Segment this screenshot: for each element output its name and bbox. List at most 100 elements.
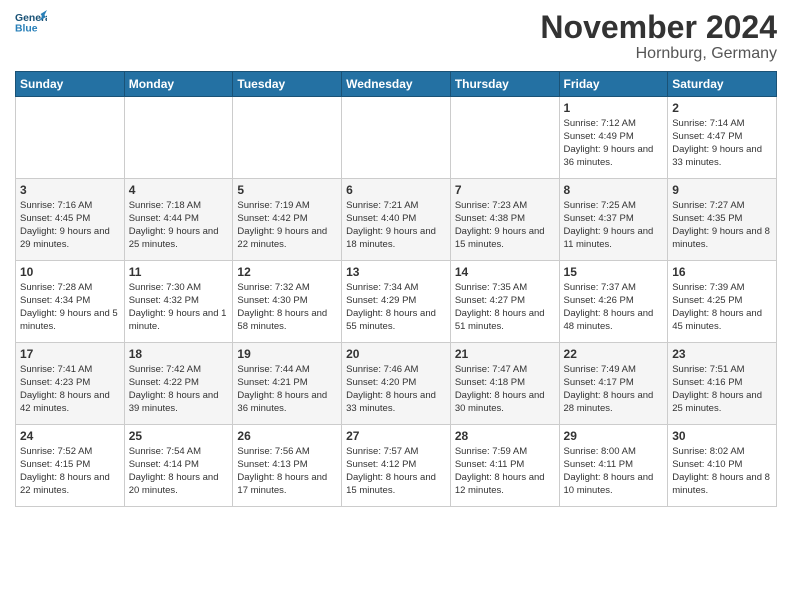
calendar-cell: 22 Sunrise: 7:49 AM Sunset: 4:17 PM Dayli… — [559, 343, 668, 425]
day-number: 17 — [20, 346, 120, 362]
calendar-cell: 24 Sunrise: 7:52 AM Sunset: 4:15 PM Dayli… — [16, 425, 125, 507]
day-number: 9 — [672, 182, 772, 198]
svg-text:Blue: Blue — [15, 24, 38, 35]
day-info: Sunrise: 7:19 AM Sunset: 4:42 PM Dayligh… — [237, 200, 337, 251]
day-info: Sunrise: 7:47 AM Sunset: 4:18 PM Dayligh… — [455, 364, 555, 415]
day-info: Sunrise: 7:42 AM Sunset: 4:22 PM Dayligh… — [129, 364, 229, 415]
day-number: 6 — [346, 182, 446, 198]
calendar-cell — [342, 97, 451, 179]
day-info: Sunrise: 7:27 AM Sunset: 4:35 PM Dayligh… — [672, 200, 772, 251]
day-info: Sunrise: 7:30 AM Sunset: 4:32 PM Dayligh… — [129, 282, 229, 333]
logo-icon: General Blue — [15, 10, 47, 38]
header: General Blue November 2024 Hornburg, Ger… — [15, 10, 777, 63]
day-info: Sunrise: 7:37 AM Sunset: 4:26 PM Dayligh… — [564, 282, 664, 333]
calendar-cell: 16 Sunrise: 7:39 AM Sunset: 4:25 PM Dayli… — [668, 261, 777, 343]
day-number: 20 — [346, 346, 446, 362]
day-number: 23 — [672, 346, 772, 362]
calendar-week-4: 17 Sunrise: 7:41 AM Sunset: 4:23 PM Dayli… — [16, 343, 777, 425]
day-number: 7 — [455, 182, 555, 198]
day-info: Sunrise: 7:16 AM Sunset: 4:45 PM Dayligh… — [20, 200, 120, 251]
page-container: General Blue November 2024 Hornburg, Ger… — [0, 0, 792, 512]
calendar-cell: 14 Sunrise: 7:35 AM Sunset: 4:27 PM Dayli… — [450, 261, 559, 343]
calendar-week-1: 1 Sunrise: 7:12 AM Sunset: 4:49 PM Daylig… — [16, 97, 777, 179]
day-number: 8 — [564, 182, 664, 198]
day-number: 30 — [672, 428, 772, 444]
day-number: 24 — [20, 428, 120, 444]
day-info: Sunrise: 8:00 AM Sunset: 4:11 PM Dayligh… — [564, 446, 664, 497]
calendar-cell: 20 Sunrise: 7:46 AM Sunset: 4:20 PM Dayli… — [342, 343, 451, 425]
calendar-week-2: 3 Sunrise: 7:16 AM Sunset: 4:45 PM Daylig… — [16, 179, 777, 261]
calendar-cell: 21Sunrise: 7:47 AM Sunset: 4:18 PM Dayli… — [450, 343, 559, 425]
day-info: Sunrise: 7:32 AM Sunset: 4:30 PM Dayligh… — [237, 282, 337, 333]
day-info: Sunrise: 7:12 AM Sunset: 4:49 PM Dayligh… — [564, 118, 664, 169]
calendar-cell: 7Sunrise: 7:23 AM Sunset: 4:38 PM Daylig… — [450, 179, 559, 261]
col-tuesday: Tuesday — [233, 72, 342, 97]
calendar-cell: 26 Sunrise: 7:56 AM Sunset: 4:13 PM Dayli… — [233, 425, 342, 507]
calendar-cell: 30Sunrise: 8:02 AM Sunset: 4:10 PM Dayli… — [668, 425, 777, 507]
day-info: Sunrise: 7:56 AM Sunset: 4:13 PM Dayligh… — [237, 446, 337, 497]
calendar-cell: 3 Sunrise: 7:16 AM Sunset: 4:45 PM Daylig… — [16, 179, 125, 261]
calendar-title: November 2024 — [540, 10, 777, 45]
day-number: 26 — [237, 428, 337, 444]
day-number: 13 — [346, 264, 446, 280]
calendar-cell — [233, 97, 342, 179]
day-info: Sunrise: 7:28 AM Sunset: 4:34 PM Dayligh… — [20, 282, 120, 333]
col-sunday: Sunday — [16, 72, 125, 97]
day-info: Sunrise: 7:14 AM Sunset: 4:47 PM Dayligh… — [672, 118, 772, 169]
day-info: Sunrise: 7:52 AM Sunset: 4:15 PM Dayligh… — [20, 446, 120, 497]
day-number: 12 — [237, 264, 337, 280]
calendar-table: Sunday Monday Tuesday Wednesday Thursday… — [15, 71, 777, 507]
logo: General Blue — [15, 10, 47, 38]
calendar-cell — [16, 97, 125, 179]
calendar-cell: 15Sunrise: 7:37 AM Sunset: 4:26 PM Dayli… — [559, 261, 668, 343]
day-info: Sunrise: 7:51 AM Sunset: 4:16 PM Dayligh… — [672, 364, 772, 415]
day-number: 3 — [20, 182, 120, 198]
day-info: Sunrise: 7:41 AM Sunset: 4:23 PM Dayligh… — [20, 364, 120, 415]
calendar-week-3: 10 Sunrise: 7:28 AM Sunset: 4:34 PM Dayli… — [16, 261, 777, 343]
calendar-cell: 13 Sunrise: 7:34 AM Sunset: 4:29 PM Dayli… — [342, 261, 451, 343]
col-friday: Friday — [559, 72, 668, 97]
day-info: Sunrise: 7:49 AM Sunset: 4:17 PM Dayligh… — [564, 364, 664, 415]
day-number: 29 — [564, 428, 664, 444]
calendar-cell: 11 Sunrise: 7:30 AM Sunset: 4:32 PM Dayli… — [124, 261, 233, 343]
calendar-cell — [450, 97, 559, 179]
calendar-cell: 19Sunrise: 7:44 AM Sunset: 4:21 PM Dayli… — [233, 343, 342, 425]
col-wednesday: Wednesday — [342, 72, 451, 97]
day-info: Sunrise: 7:59 AM Sunset: 4:11 PM Dayligh… — [455, 446, 555, 497]
title-block: November 2024 Hornburg, Germany — [540, 10, 777, 63]
day-number: 18 — [129, 346, 229, 362]
calendar-cell: 8 Sunrise: 7:25 AM Sunset: 4:37 PM Daylig… — [559, 179, 668, 261]
day-number: 28 — [455, 428, 555, 444]
day-info: Sunrise: 7:39 AM Sunset: 4:25 PM Dayligh… — [672, 282, 772, 333]
day-info: Sunrise: 7:34 AM Sunset: 4:29 PM Dayligh… — [346, 282, 446, 333]
day-number: 10 — [20, 264, 120, 280]
day-number: 19 — [237, 346, 337, 362]
day-number: 16 — [672, 264, 772, 280]
calendar-cell: 12 Sunrise: 7:32 AM Sunset: 4:30 PM Dayli… — [233, 261, 342, 343]
calendar-cell: 28 Sunrise: 7:59 AM Sunset: 4:11 PM Dayli… — [450, 425, 559, 507]
day-number: 2 — [672, 100, 772, 116]
day-number: 22 — [564, 346, 664, 362]
day-info: Sunrise: 7:18 AM Sunset: 4:44 PM Dayligh… — [129, 200, 229, 251]
day-number: 11 — [129, 264, 229, 280]
day-info: Sunrise: 7:25 AM Sunset: 4:37 PM Dayligh… — [564, 200, 664, 251]
calendar-cell: 9 Sunrise: 7:27 AM Sunset: 4:35 PM Daylig… — [668, 179, 777, 261]
calendar-cell: 1 Sunrise: 7:12 AM Sunset: 4:49 PM Daylig… — [559, 97, 668, 179]
calendar-cell: 6Sunrise: 7:21 AM Sunset: 4:40 PM Daylig… — [342, 179, 451, 261]
day-info: Sunrise: 7:46 AM Sunset: 4:20 PM Dayligh… — [346, 364, 446, 415]
day-number: 25 — [129, 428, 229, 444]
calendar-header-row: Sunday Monday Tuesday Wednesday Thursday… — [16, 72, 777, 97]
calendar-cell: 5 Sunrise: 7:19 AM Sunset: 4:42 PM Daylig… — [233, 179, 342, 261]
day-number: 27 — [346, 428, 446, 444]
calendar-cell: 23 Sunrise: 7:51 AM Sunset: 4:16 PM Dayli… — [668, 343, 777, 425]
day-number: 1 — [564, 100, 664, 116]
calendar-subtitle: Hornburg, Germany — [540, 45, 777, 63]
day-info: Sunrise: 7:35 AM Sunset: 4:27 PM Dayligh… — [455, 282, 555, 333]
day-number: 5 — [237, 182, 337, 198]
calendar-cell: 17 Sunrise: 7:41 AM Sunset: 4:23 PM Dayli… — [16, 343, 125, 425]
day-number: 4 — [129, 182, 229, 198]
calendar-cell: 18 Sunrise: 7:42 AM Sunset: 4:22 PM Dayli… — [124, 343, 233, 425]
day-number: 14 — [455, 264, 555, 280]
calendar-cell: 25Sunrise: 7:54 AM Sunset: 4:14 PM Dayli… — [124, 425, 233, 507]
calendar-cell: 29 Sunrise: 8:00 AM Sunset: 4:11 PM Dayli… — [559, 425, 668, 507]
